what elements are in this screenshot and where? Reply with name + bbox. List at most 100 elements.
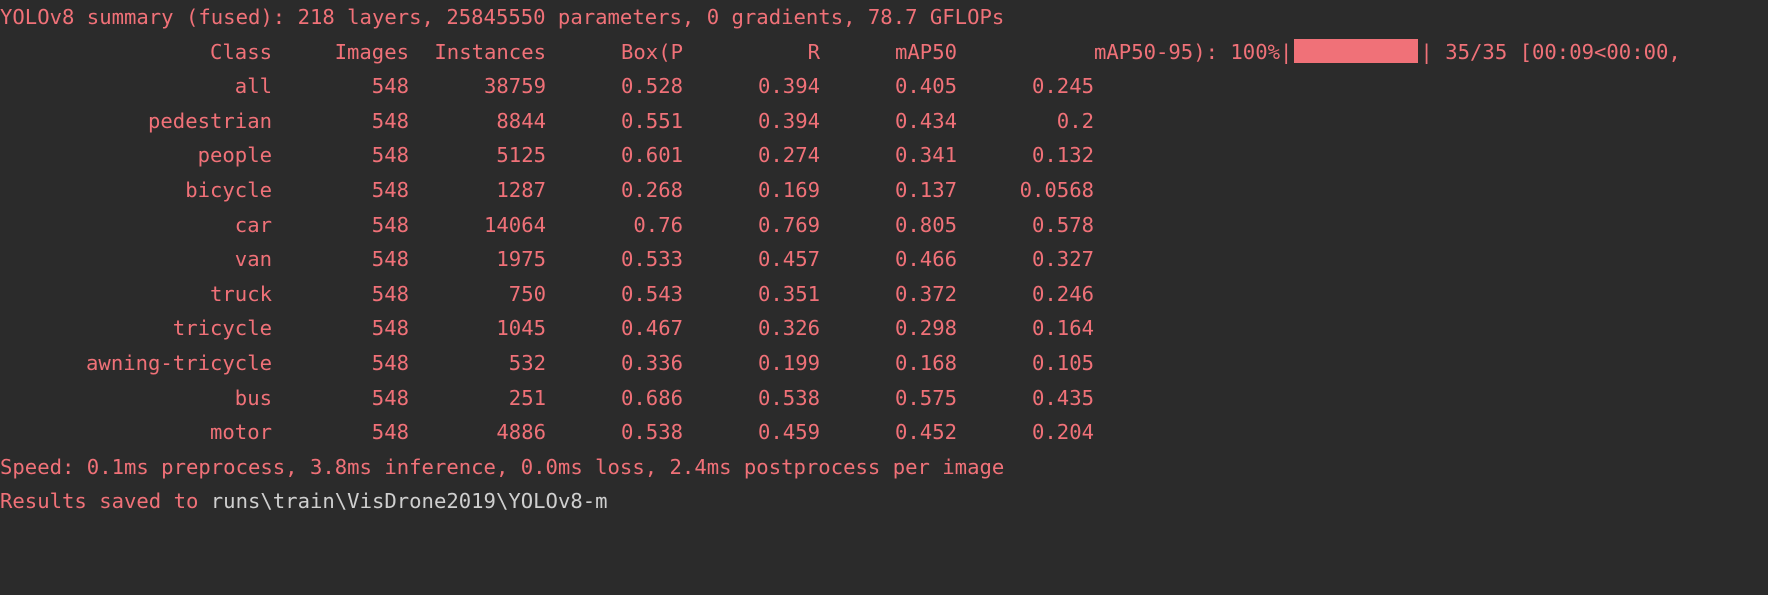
cell-map50-95: 0.105 (1032, 351, 1094, 375)
progress-counter: 35/35 [00:09<00:00, (1445, 39, 1681, 64)
cell-r: 0.351 (758, 281, 820, 306)
cell-images: 548 (371, 281, 409, 306)
cell-map50-95: 0.132 (1032, 143, 1094, 168)
cell-images: 548 (371, 420, 409, 445)
cell-box-p: 0.538 (621, 420, 683, 445)
cell-images: 548 (371, 351, 409, 375)
cell-class: tricycle (172, 316, 272, 341)
cell-images: 548 (371, 108, 409, 133)
cell-map50: 0.575 (895, 385, 957, 410)
cell-class: bus (234, 385, 272, 410)
cell-map50-95: 0.164 (1032, 316, 1094, 341)
cell-images: 548 (371, 143, 409, 168)
cell-images: 548 (371, 247, 409, 272)
header-tail: mAP50-95): 100%| | 35/35 [00:09<00:00, (1094, 35, 1681, 70)
cell-instances: 1045 (496, 316, 546, 341)
header-map50: mAP50 (895, 39, 957, 64)
cell-images: 548 (371, 74, 409, 99)
cell-map50-95: 0.435 (1032, 385, 1094, 410)
cell-box-p: 0.268 (621, 178, 683, 202)
progress-bar (1294, 38, 1419, 63)
terminal-output[interactable]: YOLOv8 summary (fused): 218 layers, 2584… (0, 0, 1768, 595)
cell-r: 0.199 (758, 351, 820, 375)
cell-map50-95: 0.2 (1056, 108, 1094, 133)
header-box-p: Box(P (621, 39, 683, 64)
cell-map50: 0.137 (895, 178, 957, 202)
cell-class: all (234, 74, 272, 99)
results-path[interactable]: runs\train\VisDrone2019\YOLOv8-m (211, 489, 608, 513)
cell-images: 548 (371, 385, 409, 410)
results-prefix: Results saved to (0, 489, 211, 514)
table-row: pedestrian 548 8844 0.551 0.394 0.434 0.2 (0, 104, 1768, 139)
speed-line: Speed: 0.1ms preprocess, 3.8ms inference… (0, 454, 1005, 479)
cell-r: 0.169 (758, 178, 820, 202)
cell-instances: 532 (508, 351, 546, 375)
cell-box-p: 0.336 (621, 351, 683, 375)
progress-percent: 100%| (1230, 39, 1293, 64)
cell-class: van (234, 247, 272, 272)
cell-r: 0.769 (758, 212, 820, 237)
cell-class: truck (210, 281, 272, 306)
cell-map50-95: 0.204 (1032, 420, 1094, 445)
cell-class: car (234, 212, 272, 237)
cell-map50: 0.434 (895, 108, 957, 133)
cell-instances: 5125 (496, 143, 546, 168)
header-class: Class (210, 39, 272, 64)
cell-r: 0.326 (758, 316, 820, 341)
cell-map50: 0.168 (895, 351, 957, 375)
cell-class: awning-tricycle (86, 351, 272, 375)
cell-map50-95: 0.327 (1032, 247, 1094, 272)
cell-map50: 0.805 (895, 212, 957, 237)
cell-map50-95: 0.246 (1032, 281, 1094, 306)
cell-map50-95: 0.578 (1032, 212, 1094, 237)
table-row: tricycle 548 1045 0.467 0.326 0.298 0.164 (0, 311, 1768, 346)
cell-box-p: 0.467 (621, 316, 683, 341)
cell-map50: 0.341 (895, 143, 957, 168)
table-header: Class Images Instances Box(P R mAP50 mAP… (0, 35, 1768, 70)
cell-map50: 0.298 (895, 316, 957, 341)
table-row: motor 548 4886 0.538 0.459 0.452 0.204 (0, 415, 1768, 450)
cell-map50-95: 0.245 (1032, 74, 1094, 99)
cell-map50: 0.405 (895, 74, 957, 99)
table-row: all 548 38759 0.528 0.394 0.405 0.245 (0, 69, 1768, 104)
cell-box-p: 0.528 (621, 74, 683, 99)
cell-instances: 1975 (496, 247, 546, 272)
cell-r: 0.394 (758, 74, 820, 99)
cell-r: 0.538 (758, 385, 820, 410)
cell-r: 0.274 (758, 143, 820, 168)
cell-map50-95: 0.0568 (1019, 178, 1094, 202)
header-instances: Instances (434, 39, 546, 64)
table-row: truck 548 750 0.543 0.351 0.372 0.246 (0, 277, 1768, 312)
cell-instances: 251 (508, 385, 546, 410)
header-map50-95: mAP50-95): (1094, 39, 1218, 64)
cell-instances: 14064 (484, 212, 546, 237)
table-row: awning-tricycle 548 532 0.336 0.199 0.168 0.10… (0, 346, 1768, 381)
cell-instances: 38759 (484, 74, 546, 99)
cell-box-p: 0.686 (621, 385, 683, 410)
cell-class: people (197, 143, 272, 168)
cell-map50: 0.372 (895, 281, 957, 306)
results-saved-line: Results saved to runs\train\VisDrone2019… (0, 484, 608, 519)
cell-map50: 0.452 (895, 420, 957, 445)
table-row: people 548 5125 0.601 0.274 0.341 0.132 (0, 138, 1768, 173)
cell-images: 548 (371, 316, 409, 341)
header-images: Images (334, 39, 409, 64)
cell-r: 0.457 (758, 247, 820, 272)
header-r: R (807, 39, 820, 64)
cell-instances: 8844 (496, 108, 546, 133)
table-row: van 548 1975 0.533 0.457 0.466 0.327 (0, 242, 1768, 277)
cell-r: 0.459 (758, 420, 820, 445)
cell-box-p: 0.543 (621, 281, 683, 306)
cell-class: motor (210, 420, 272, 445)
cell-map50: 0.466 (895, 247, 957, 272)
cell-box-p: 0.601 (621, 143, 683, 168)
cell-instances: 4886 (496, 420, 546, 445)
cell-images: 548 (371, 178, 409, 202)
table-row: bicycle 548 1287 0.268 0.169 0.137 0.0568 (0, 173, 1768, 208)
model-summary-line: YOLOv8 summary (fused): 218 layers, 2584… (0, 5, 1005, 29)
cell-box-p: 0.533 (621, 247, 683, 272)
table-row: car 548 14064 0.76 0.769 0.805 0.578 (0, 208, 1768, 243)
cell-class: bicycle (185, 178, 272, 202)
cell-box-p: 0.76 (633, 212, 683, 237)
cell-box-p: 0.551 (621, 108, 683, 133)
